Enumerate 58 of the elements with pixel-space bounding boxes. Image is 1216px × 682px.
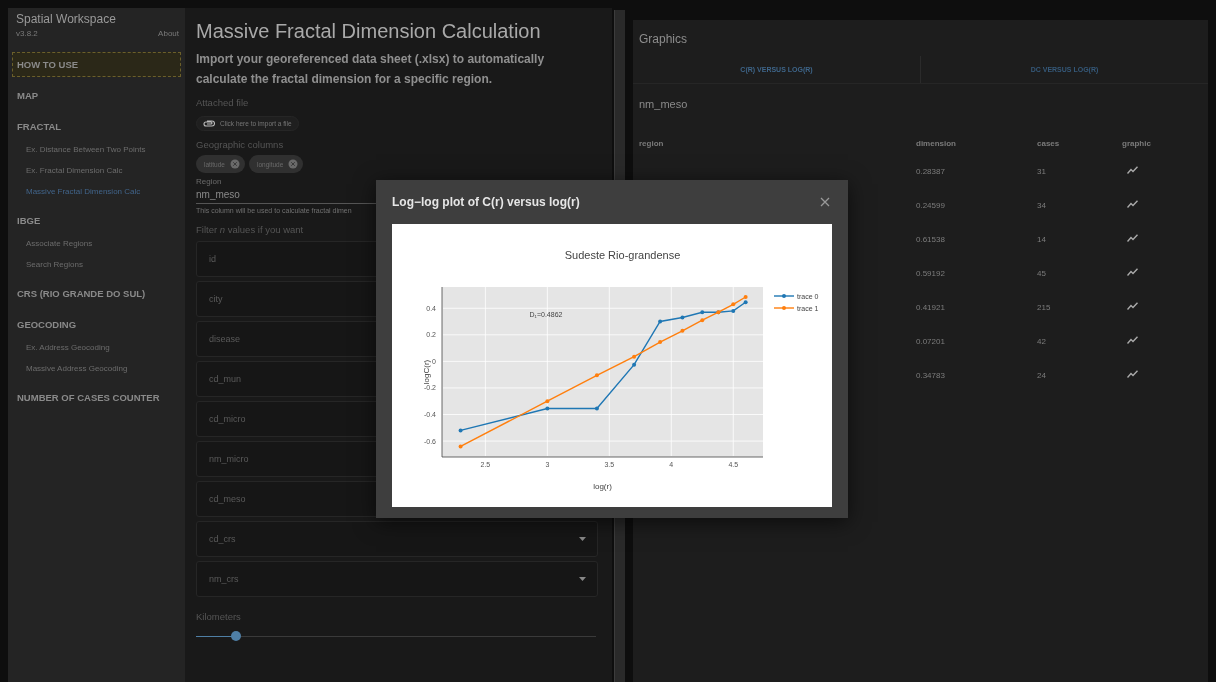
app-title: Spatial Workspace: [16, 12, 117, 26]
about-link[interactable]: About: [158, 29, 179, 38]
nav-section[interactable]: IBGE: [12, 208, 181, 233]
table-cell-text: 0.07201: [916, 336, 946, 346]
filter-field[interactable]: cd_crs: [196, 521, 598, 557]
table-cell-text: 34: [1037, 200, 1047, 210]
table-title: nm_meso: [638, 97, 689, 112]
table-cell-text: 0.24599: [916, 200, 946, 210]
close-icon[interactable]: [229, 159, 240, 169]
nav-section[interactable]: GEOCODING: [12, 312, 181, 337]
slider-thumb[interactable]: [231, 631, 241, 641]
column-header: graphic: [1121, 138, 1152, 148]
line-chart-icon[interactable]: [1127, 370, 1138, 378]
close-icon[interactable]: [288, 159, 299, 169]
panel-title: Graphics: [638, 32, 689, 48]
column-header: region: [639, 138, 665, 148]
table-cell-text: 42: [1037, 336, 1047, 346]
nav-item[interactable]: Search Regions: [12, 260, 181, 269]
close-icon[interactable]: [820, 197, 830, 207]
table-cell-text: 0.28387: [916, 166, 946, 176]
caret-icon: [579, 537, 586, 541]
line-chart-icon[interactable]: [1127, 166, 1138, 174]
axis-title: log(r): [593, 482, 612, 491]
nav-section[interactable]: MAP: [12, 83, 181, 108]
caret-icon: [579, 577, 586, 581]
table-cell-text: 14: [1037, 234, 1047, 244]
nav-item[interactable]: Massive Fractal Dimension Calc: [12, 187, 181, 196]
page-title: Massive Fractal Dimension Calculation: [196, 20, 542, 43]
table-cell-text: 0.34783: [916, 370, 946, 380]
table-cell-text: 24: [1037, 370, 1047, 380]
filter-field[interactable]: nm_crs: [196, 561, 598, 597]
table-cell-text: 0.59192: [916, 268, 946, 278]
chart-title: Sudeste Rio-grandense: [564, 249, 681, 261]
nav-section[interactable]: HOW TO USE: [12, 52, 181, 77]
slider-track[interactable]: [196, 631, 596, 641]
dialog-title: Log−log plot of C(r) versus log(r): [392, 195, 580, 209]
column-header: dimension: [916, 138, 957, 148]
version-label: v3.8.2: [16, 29, 38, 38]
column-header: cases: [1037, 138, 1061, 148]
field-label: Region: [196, 177, 223, 186]
description: Import your georeferenced data sheet (.xlsx) to automatically calculate the fractal dimension for a specific region.: [196, 51, 546, 88]
table-cell-text: 31: [1037, 166, 1047, 176]
nav-section[interactable]: FRACTAL: [12, 114, 181, 139]
line-chart-icon[interactable]: [1127, 234, 1138, 242]
line-chart-icon[interactable]: [1127, 336, 1138, 344]
nav-section[interactable]: NUMBER OF CASES COUNTER: [12, 385, 181, 410]
table-cell-text: 45: [1037, 268, 1047, 278]
line-chart-icon[interactable]: [1127, 268, 1138, 276]
nav-item[interactable]: Massive Address Geocoding: [12, 364, 181, 373]
axis-title: logC(r): [422, 359, 431, 385]
field-value: nm_meso: [196, 189, 241, 200]
table-cell-text: 0.41921: [916, 302, 946, 312]
table-cell-text: 215: [1037, 302, 1052, 312]
line-chart-icon[interactable]: [1127, 302, 1138, 310]
line-chart-icon[interactable]: [1127, 200, 1138, 208]
paperclip-icon: [203, 120, 215, 127]
nav-section[interactable]: CRS (RIO GRANDE DO SUL): [12, 281, 181, 306]
table-cell-text: 0.61538: [916, 234, 946, 244]
